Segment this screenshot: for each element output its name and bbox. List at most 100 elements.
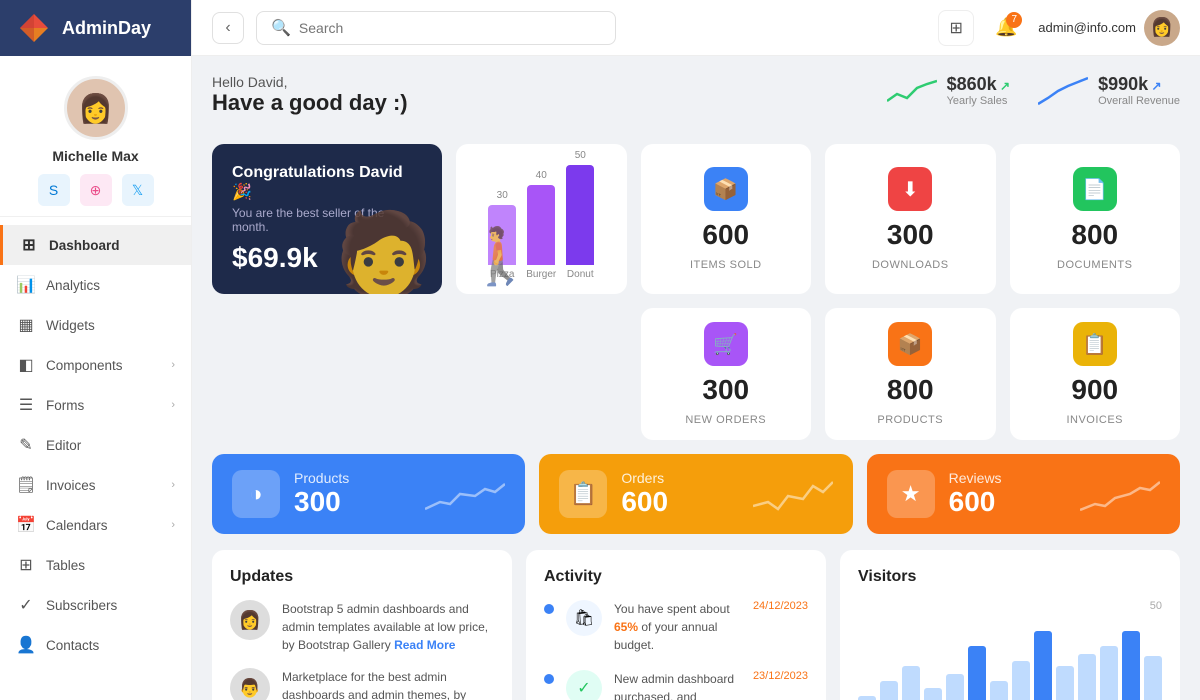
visitor-bar-8 (1012, 661, 1030, 700)
congrats-title: Congratulations David 🎉 (232, 164, 422, 202)
sidebar-item-label: Contacts (46, 638, 99, 653)
banner-orders-icon: 📋 (559, 470, 607, 518)
items-sold-icon: 📦 (704, 167, 748, 211)
visitor-bar-13 (1122, 631, 1140, 700)
user-avatar-topbar: 👩 (1144, 10, 1180, 46)
user-name: Michelle Max (52, 148, 138, 164)
banner-products-sparkline (425, 474, 505, 514)
sidebar: AdminDay 👩 Michelle Max S ⊕ 𝕏 ⊞ Dashboar… (0, 0, 192, 700)
main-content: ‹ 🔍 ⊞ 🔔 7 admin@info.com 👩 Hello David, … (192, 0, 1200, 700)
sidebar-item-widgets[interactable]: ▦ Widgets (0, 305, 191, 345)
stat-card-invoices: 📋 900 INVOICES (1010, 308, 1181, 440)
updates-card: Updates 👩 Bootstrap 5 admin dashboards a… (212, 550, 512, 700)
visitor-bar-11 (1078, 654, 1096, 700)
bottom-row: Updates 👩 Bootstrap 5 admin dashboards a… (212, 550, 1180, 700)
activity-dot-0 (544, 604, 554, 614)
stat-card-downloads: ⬇ 300 DOWNLOADS (825, 144, 996, 294)
sidebar-item-forms[interactable]: ☰ Forms › (0, 385, 191, 425)
update-avatar-1: 👨 (230, 668, 270, 700)
overall-label: Overall Revenue (1098, 95, 1180, 107)
sidebar-item-calendars[interactable]: 📅 Calendars › (0, 505, 191, 545)
calendars-icon: 📅 (16, 515, 36, 535)
logo-icon (16, 10, 52, 46)
visitors-card: Visitors 50 (840, 550, 1180, 700)
sidebar-item-invoices[interactable]: 🗒 Invoices › (0, 465, 191, 505)
sidebar-item-label: Subscribers (46, 598, 117, 613)
stat-card-items-sold: 📦 600 ITEMS SOLD (641, 144, 812, 294)
yearly-sparkline (887, 76, 937, 106)
topbar-right: ⊞ 🔔 7 admin@info.com 👩 (938, 10, 1180, 46)
downloads-number: 300 (887, 219, 934, 251)
downloads-label: DOWNLOADS (872, 259, 949, 271)
tables-icon: ⊞ (16, 555, 36, 575)
visitor-bar-5 (946, 674, 964, 700)
sidebar-item-label: Invoices (46, 478, 96, 493)
sidebar-item-editor[interactable]: ✎ Editor (0, 425, 191, 465)
sidebar-item-label: Calendars (46, 518, 108, 533)
read-more-link-0[interactable]: Read More (394, 638, 455, 652)
banner-orders-value: 600 (621, 486, 668, 518)
bar-chart-card: 🚶 30 Pizza 40 Burger 50 (456, 144, 627, 294)
yearly-amount: $860k ↗ (947, 74, 1010, 95)
greeting: Hello David, Have a good day :) (212, 74, 408, 116)
search-box[interactable]: 🔍 (256, 11, 616, 45)
overall-sparkline (1038, 76, 1088, 106)
logo-area: AdminDay (0, 0, 191, 56)
items-sold-number: 600 (702, 219, 749, 251)
notifications-button[interactable]: 🔔 7 (988, 10, 1024, 46)
activity-title: Activity (544, 568, 808, 586)
items-sold-label: ITEMS SOLD (690, 259, 762, 271)
dashboard-icon: ⊞ (19, 235, 39, 255)
skype-icon[interactable]: S (38, 174, 70, 206)
activity-icon-1: ✓ (566, 670, 602, 700)
visitor-bar-4 (924, 688, 942, 700)
sidebar-item-label: Editor (46, 438, 81, 453)
content-area: Hello David, Have a good day :) $860k ↗ … (192, 56, 1200, 700)
invoices-number: 900 (1071, 374, 1118, 406)
sidebar-item-dashboard[interactable]: ⊞ Dashboard (0, 225, 191, 265)
editor-icon: ✎ (16, 435, 36, 455)
dribbble-icon[interactable]: ⊕ (80, 174, 112, 206)
activity-date-0: 24/12/2023 (753, 600, 808, 612)
bar-rect-donut (566, 165, 594, 265)
bar-label-donut: Donut (567, 269, 594, 280)
yearly-sales-card: $860k ↗ Yearly Sales (887, 74, 1010, 107)
twitter-icon[interactable]: 𝕏 (122, 174, 154, 206)
banner-orders-label: Orders (621, 470, 668, 486)
visitor-bar-6 (968, 646, 986, 700)
back-button[interactable]: ‹ (212, 12, 244, 44)
stat-card-products: 📦 800 PRODUCTS (825, 308, 996, 440)
banner-reviews-sparkline (1080, 474, 1160, 514)
visitor-bar-9 (1034, 631, 1052, 700)
visitors-label-50: 50 (1150, 600, 1162, 612)
sidebar-item-analytics[interactable]: 📊 Analytics (0, 265, 191, 305)
banner-products-value: 300 (294, 486, 349, 518)
sidebar-item-components[interactable]: ◧ Components › (0, 345, 191, 385)
contacts-icon: 👤 (16, 635, 36, 655)
invoices-label: INVOICES (1066, 414, 1123, 426)
banner-orders-text: Orders 600 (621, 470, 668, 518)
banner-products-label: Products (294, 470, 349, 486)
banner-reviews-label: Reviews (949, 470, 1002, 486)
apps-button[interactable]: ⊞ (938, 10, 974, 46)
chevron-right-icon: › (171, 399, 175, 411)
visitor-bar-12 (1100, 646, 1118, 700)
sidebar-item-tables[interactable]: ⊞ Tables (0, 545, 191, 585)
banner-reviews-text: Reviews 600 (949, 470, 1002, 518)
banner-products-text: Products 300 (294, 470, 349, 518)
visitors-chart (858, 616, 1162, 700)
widgets-icon: ▦ (16, 315, 36, 335)
subscribers-icon: ✓ (16, 595, 36, 615)
components-icon: ◧ (16, 355, 36, 375)
products-label: PRODUCTS (877, 414, 943, 426)
social-icons: S ⊕ 𝕏 (38, 174, 154, 206)
sidebar-item-subscribers[interactable]: ✓ Subscribers (0, 585, 191, 625)
banner-reviews-icon: ★ (887, 470, 935, 518)
products-number: 800 (887, 374, 934, 406)
sidebar-item-contacts[interactable]: 👤 Contacts (0, 625, 191, 665)
search-input[interactable] (299, 20, 601, 36)
avatar: 👩 (64, 76, 128, 140)
user-info-topbar[interactable]: admin@info.com 👩 (1038, 10, 1180, 46)
downloads-icon: ⬇ (888, 167, 932, 211)
activity-icon-0: 🛍 (566, 600, 602, 636)
